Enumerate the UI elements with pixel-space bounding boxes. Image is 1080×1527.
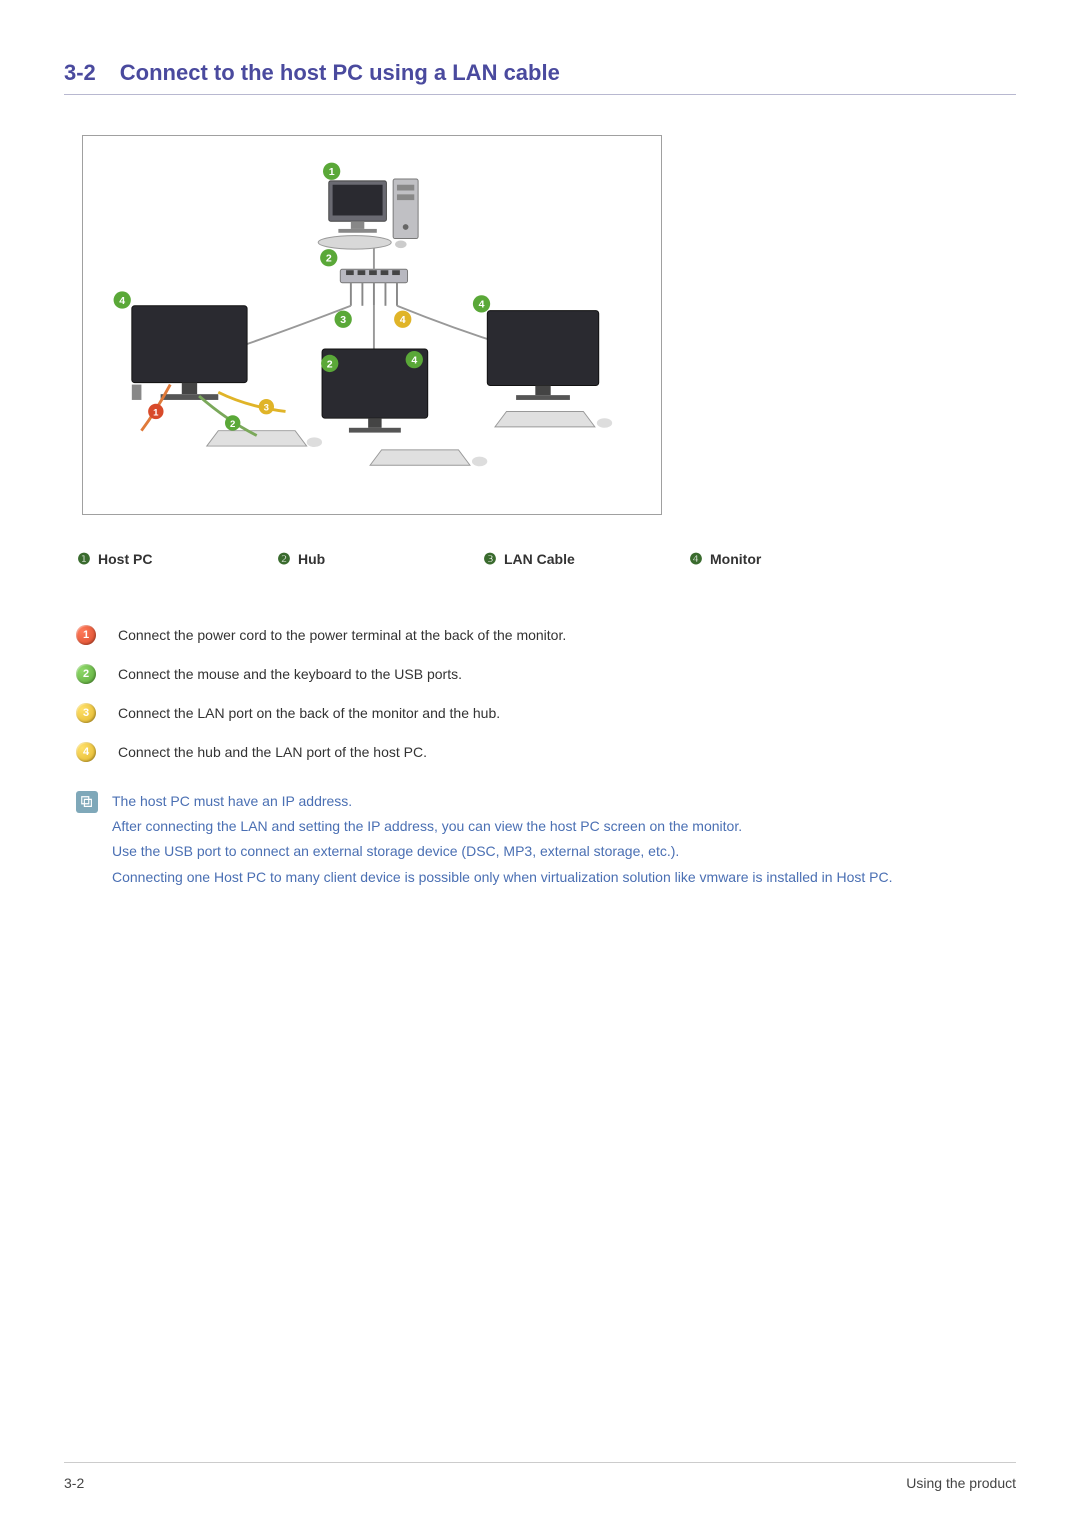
diagram-svg: 1 2 3 4: [103, 156, 641, 494]
step-3: 3 Connect the LAN port on the back of th…: [76, 703, 1016, 724]
connection-diagram: 1 2 3 4: [82, 135, 662, 515]
section-heading: 3-2 Connect to the host PC using a LAN c…: [64, 60, 1016, 95]
step-text: Connect the hub and the LAN port of the …: [118, 742, 427, 763]
svg-text:4: 4: [411, 354, 417, 366]
note-lines: The host PC must have an IP address. Aft…: [112, 789, 1016, 890]
host-pc-icon: [318, 179, 418, 249]
footer-chapter: Using the product: [906, 1475, 1016, 1491]
svg-text:1: 1: [329, 166, 335, 178]
hub-icon: [340, 269, 407, 306]
legend-number-1-icon: ❶: [76, 551, 92, 567]
section-number: 3-2: [64, 60, 96, 86]
footer-page-number: 3-2: [64, 1475, 84, 1491]
step-circle-2-icon: 2: [76, 664, 96, 684]
step-2: 2 Connect the mouse and the keyboard to …: [76, 664, 1016, 685]
svg-text:2: 2: [327, 358, 333, 370]
legend-hub: ❷ Hub: [276, 551, 472, 567]
step-4: 4 Connect the hub and the LAN port of th…: [76, 742, 1016, 763]
legend-host-pc: ❶ Host PC: [76, 551, 266, 567]
svg-text:1: 1: [153, 407, 159, 418]
svg-text:3: 3: [264, 403, 269, 414]
step-1: 1 Connect the power cord to the power te…: [76, 625, 1016, 646]
note-line-2: After connecting the LAN and setting the…: [112, 814, 1016, 839]
svg-text:3: 3: [340, 314, 346, 326]
step-circle-3-icon: 3: [76, 703, 96, 723]
svg-text:2: 2: [230, 419, 235, 430]
svg-text:4: 4: [119, 295, 125, 307]
monitor-right-icon: [487, 311, 612, 428]
legend-number-2-icon: ❷: [276, 551, 292, 567]
svg-text:4: 4: [400, 314, 406, 326]
legend-row: ❶ Host PC ❷ Hub ❸ LAN Cable ❹ Monitor: [64, 551, 1016, 567]
steps-list: 1 Connect the power cord to the power te…: [64, 625, 1016, 763]
note-line-4: Connecting one Host PC to many client de…: [112, 865, 1016, 890]
svg-text:2: 2: [326, 253, 332, 265]
legend-lan-cable: ❸ LAN Cable: [482, 551, 678, 567]
note-icon: [76, 791, 98, 813]
svg-text:4: 4: [479, 299, 485, 311]
step-text: Connect the mouse and the keyboard to th…: [118, 664, 462, 685]
step-circle-4-icon: 4: [76, 742, 96, 762]
section-title: Connect to the host PC using a LAN cable: [120, 60, 560, 86]
note-block: The host PC must have an IP address. Aft…: [64, 789, 1016, 890]
legend-monitor: ❹ Monitor: [688, 551, 838, 567]
legend-label: Host PC: [98, 551, 152, 567]
monitor-center-icon: [322, 349, 487, 466]
page-footer: 3-2 Using the product: [64, 1462, 1016, 1491]
legend-label: Hub: [298, 551, 325, 567]
legend-label: LAN Cable: [504, 551, 575, 567]
step-text: Connect the power cord to the power term…: [118, 625, 566, 646]
note-line-3: Use the USB port to connect an external …: [112, 839, 1016, 864]
note-line-1: The host PC must have an IP address.: [112, 789, 1016, 814]
step-circle-1-icon: 1: [76, 625, 96, 645]
step-text: Connect the LAN port on the back of the …: [118, 703, 500, 724]
legend-number-3-icon: ❸: [482, 551, 498, 567]
legend-number-4-icon: ❹: [688, 551, 704, 567]
legend-label: Monitor: [710, 551, 761, 567]
